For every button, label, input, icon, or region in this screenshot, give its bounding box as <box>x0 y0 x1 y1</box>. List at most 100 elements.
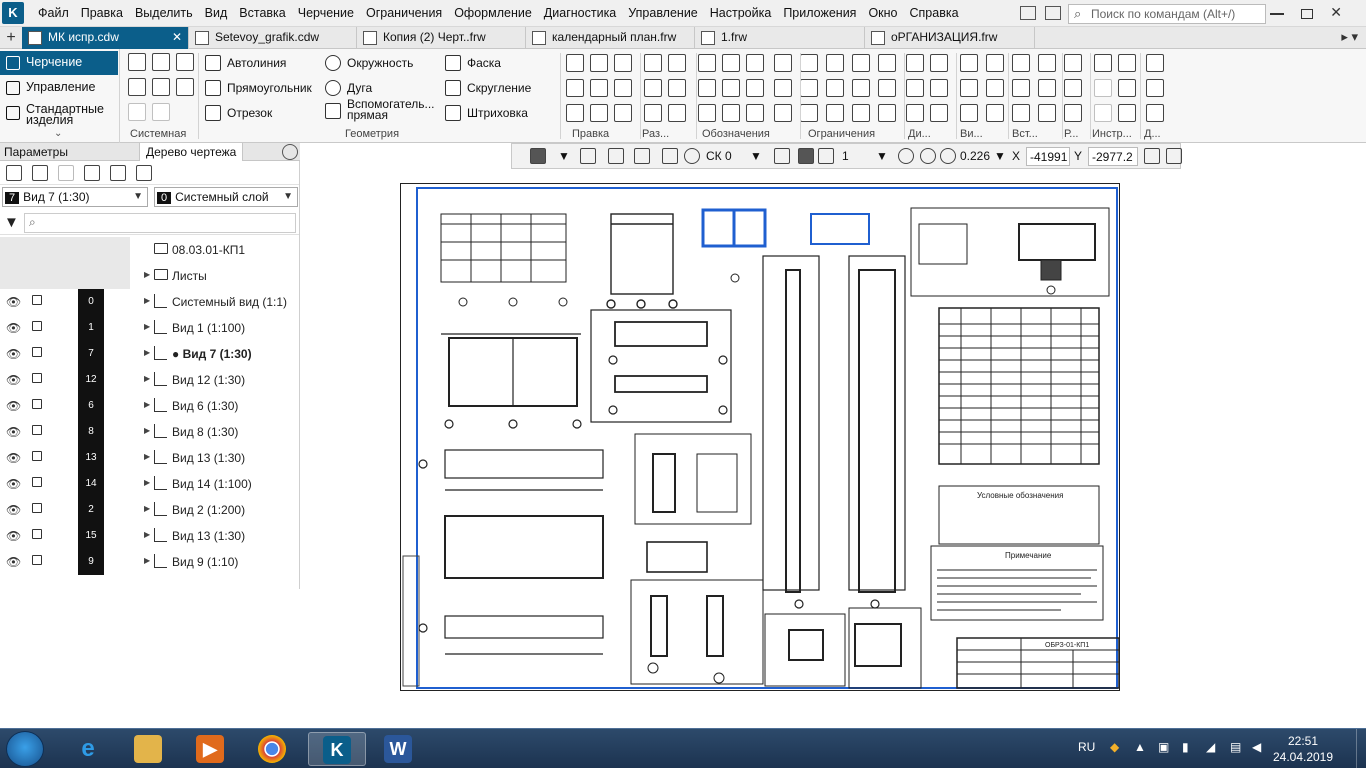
tab-parameters[interactable]: Параметры <box>4 145 68 159</box>
menu-item[interactable]: Файл <box>32 6 75 20</box>
tool-icon[interactable] <box>746 79 764 97</box>
expand-icon[interactable]: ▶ <box>144 478 150 487</box>
expand-icon[interactable]: ▶ <box>144 348 150 357</box>
tool-icon[interactable] <box>1064 79 1082 97</box>
export-icon[interactable] <box>136 165 152 181</box>
menu-item[interactable]: Черчение <box>292 6 360 20</box>
tool-icon[interactable] <box>566 104 584 122</box>
lock-icon[interactable] <box>32 373 42 383</box>
battery-icon[interactable]: ▮ <box>1182 740 1189 754</box>
menu-item[interactable]: Управление <box>622 6 704 20</box>
menu-item[interactable]: Справка <box>904 6 965 20</box>
lock-icon[interactable] <box>32 529 42 539</box>
paste-icon[interactable] <box>176 78 194 96</box>
fillet-button[interactable]: Скругление <box>445 79 531 97</box>
mode-drafting[interactable]: Черчение <box>0 51 118 75</box>
tool-icon[interactable] <box>774 104 792 122</box>
expand-icon[interactable]: ▶ <box>144 504 150 513</box>
sort-icon[interactable] <box>32 165 48 181</box>
tool-icon[interactable] <box>878 79 896 97</box>
expand-icon[interactable]: ▶ <box>144 426 150 435</box>
close-icon[interactable]: ✕ <box>172 30 182 44</box>
menu-item[interactable]: Вид <box>199 6 234 20</box>
tool-icon[interactable] <box>986 54 1004 72</box>
lock-icon[interactable] <box>32 295 42 305</box>
tool-icon[interactable] <box>1094 54 1112 72</box>
layers-icon[interactable] <box>58 165 74 181</box>
tool-icon[interactable] <box>614 54 632 72</box>
circle-button[interactable]: Окружность <box>325 54 413 72</box>
menu-item[interactable]: Правка <box>75 6 129 20</box>
taskbar-kompas[interactable]: K <box>308 732 366 766</box>
tool-icon[interactable] <box>590 104 608 122</box>
eye-icon[interactable]: 👁 <box>6 503 21 517</box>
tool-icon[interactable] <box>746 104 764 122</box>
close-icon[interactable]: ✕ <box>1330 4 1342 20</box>
tool-icon[interactable] <box>722 54 740 72</box>
tree-view-row[interactable]: 👁 1 ▶ Вид 1 (1:100) <box>0 315 299 341</box>
menu-item[interactable]: Оформление <box>448 6 538 20</box>
autoline-button[interactable]: Автолиния <box>205 54 286 72</box>
tool-icon[interactable] <box>1012 54 1030 72</box>
lock-icon[interactable] <box>32 425 42 435</box>
tool-icon[interactable] <box>960 104 978 122</box>
lock-icon[interactable] <box>32 555 42 565</box>
eye-icon[interactable]: 👁 <box>6 321 21 335</box>
tool-icon[interactable] <box>698 104 716 122</box>
mode-standard-parts[interactable]: Стандартные изделия <box>0 101 118 127</box>
tree-view-row[interactable]: 👁 2 ▶ Вид 2 (1:200) <box>0 497 299 523</box>
lock-icon[interactable] <box>32 399 42 409</box>
segment-button[interactable]: Отрезок <box>205 104 272 122</box>
layout-icon[interactable] <box>1020 5 1036 20</box>
start-button[interactable] <box>6 731 44 767</box>
lock-icon[interactable] <box>32 451 42 461</box>
tool-icon[interactable] <box>852 54 870 72</box>
lock-icon[interactable] <box>32 347 42 357</box>
tab-document[interactable]: 1.frw <box>695 27 865 49</box>
tool-icon[interactable] <box>1038 54 1056 72</box>
tool-icon[interactable] <box>930 54 948 72</box>
tree-view-row[interactable]: 👁 7 ▶ ● Вид 7 (1:30) <box>0 341 299 367</box>
tool-icon[interactable] <box>930 79 948 97</box>
copy-icon[interactable] <box>152 78 170 96</box>
taskbar-media[interactable]: ▶ <box>182 732 240 766</box>
tool-icon[interactable] <box>614 79 632 97</box>
tool-icon[interactable] <box>878 104 896 122</box>
new-document-icon[interactable]: + <box>0 27 22 49</box>
tool-icon[interactable] <box>878 54 896 72</box>
arc-button[interactable]: Дуга <box>325 79 372 97</box>
tool-icon[interactable] <box>1064 104 1082 122</box>
tool-icon[interactable] <box>644 79 662 97</box>
tree-view-row[interactable]: 👁 6 ▶ Вид 6 (1:30) <box>0 393 299 419</box>
tool-icon[interactable] <box>1038 79 1056 97</box>
chevron-down-icon[interactable]: ▼ <box>994 149 1006 163</box>
tool-icon[interactable] <box>1146 54 1164 72</box>
chevron-down-icon[interactable]: ▼ <box>876 149 888 163</box>
lock-icon[interactable] <box>32 477 42 487</box>
tool-icon[interactable] <box>722 79 740 97</box>
tool-icon[interactable] <box>644 54 662 72</box>
tool-icon[interactable] <box>986 104 1004 122</box>
visibility-icon[interactable] <box>634 148 650 164</box>
tool-icon[interactable] <box>826 79 844 97</box>
clock[interactable]: 22:51 24.04.2019 <box>1268 733 1338 765</box>
signal-icon[interactable]: ◢ <box>1206 740 1215 754</box>
volume-icon[interactable]: ◀ <box>1252 740 1261 754</box>
menu-item[interactable]: Настройка <box>704 6 778 20</box>
tab-document[interactable]: оРГАНИЗАЦИЯ.frw <box>865 27 1035 49</box>
tab-document[interactable]: Setevoy_grafik.cdw <box>189 27 357 49</box>
open-icon[interactable] <box>152 53 170 71</box>
drawing-sheet[interactable]: Условные обозначения Примечание ОБРЗ-01-… <box>400 183 1120 691</box>
tool-icon[interactable] <box>1038 104 1056 122</box>
network-icon[interactable]: ▣ <box>1158 740 1169 754</box>
tool-icon[interactable] <box>1146 79 1164 97</box>
y-coordinate-field[interactable]: -2977.2 <box>1088 147 1138 166</box>
expand-icon[interactable]: ▶ <box>144 322 150 331</box>
properties-icon[interactable] <box>1144 148 1160 164</box>
tool-icon[interactable] <box>800 79 818 97</box>
tree-view-row[interactable]: 👁 14 ▶ Вид 14 (1:100) <box>0 471 299 497</box>
x-coordinate-field[interactable]: -41991 <box>1026 147 1070 166</box>
language-indicator[interactable]: RU <box>1078 740 1095 754</box>
chevron-down-icon[interactable]: ▼ <box>558 149 570 163</box>
tool-icon[interactable] <box>668 104 686 122</box>
